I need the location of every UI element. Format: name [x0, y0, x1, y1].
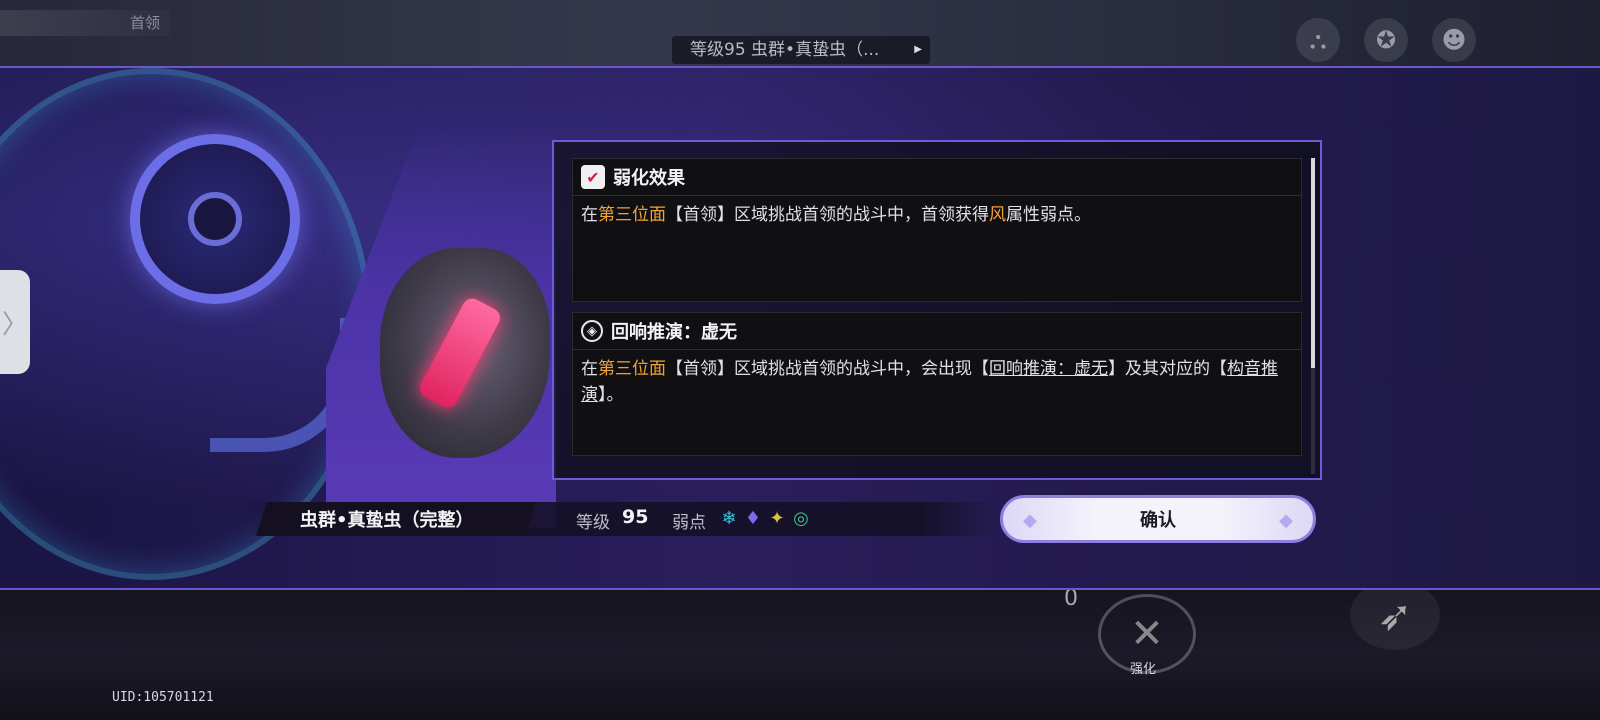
- card-body: 在第三位面【首领】区域挑战首领的战斗中，首领获得风属性弱点。: [581, 205, 1091, 225]
- quantum-icon[interactable]: ✦: [766, 508, 788, 530]
- weaken-effect-card: ✔ 弱化效果 在第三位面【首领】区域挑战首领的战斗中，首领获得风属性弱点。: [572, 158, 1302, 302]
- echo-deduction-link[interactable]: 回响推演：虚无: [989, 359, 1108, 379]
- weaken-icon: ✔: [581, 165, 605, 189]
- confirm-label: 确认: [1140, 510, 1176, 531]
- boss-chip-label: 等级95 虫群•真蛰虫（...: [690, 40, 880, 60]
- cross-icon: ✕: [1130, 611, 1164, 657]
- level-label: 等级: [576, 513, 610, 533]
- scrollbar-thumb[interactable]: [1311, 158, 1315, 368]
- confirm-button[interactable]: ◆ 确认 ◆: [1000, 495, 1316, 543]
- side-expand-tab[interactable]: 〉: [0, 270, 30, 374]
- card-header: ✔ 弱化效果: [573, 159, 1301, 196]
- character-icon[interactable]: ☻: [1432, 18, 1476, 62]
- chevron-right-icon: 〉: [1, 309, 28, 340]
- weakness-label: 弱点: [672, 513, 706, 533]
- location-highlight: 第三位面: [598, 205, 666, 225]
- card-title: 弱化效果: [613, 168, 685, 189]
- team-icon[interactable]: ⛬: [1296, 18, 1340, 62]
- diamond-icon: ◆: [1023, 510, 1037, 531]
- boss-name: 虫群•真蛰虫（完整）: [300, 510, 474, 531]
- boss-info-chip[interactable]: 等级95 虫群•真蛰虫（... ▶: [672, 36, 930, 64]
- play-arrow-icon: ▶: [914, 44, 922, 55]
- card-header: ◈ 回响推演：虚无: [573, 313, 1301, 350]
- element-highlight: 风: [989, 205, 1006, 225]
- breadcrumb-label: 首领: [130, 14, 161, 32]
- breadcrumb[interactable]: 首领: [0, 10, 170, 36]
- level-value: 95: [622, 506, 649, 528]
- compass-icon[interactable]: ✪: [1364, 18, 1408, 62]
- imaginary-icon[interactable]: ♦: [742, 508, 764, 530]
- echo-icon: ◈: [581, 320, 603, 342]
- echo-deduction-card: ◈ 回响推演：虚无 在第三位面【首领】区域挑战首领的战斗中，会出现【回响推演：虚…: [572, 312, 1302, 456]
- wind-icon[interactable]: ◎: [790, 508, 812, 530]
- card-title: 回响推演：虚无: [611, 322, 737, 343]
- card-body: 在第三位面【首领】区域挑战首领的战斗中，会出现【回响推演：虚无】及其对应的【构音…: [581, 359, 1278, 405]
- location-highlight: 第三位面: [598, 359, 666, 379]
- decorative-core: [188, 192, 242, 246]
- ice-icon[interactable]: ❄: [718, 508, 740, 530]
- technique-label: 强化: [1130, 662, 1157, 677]
- running-icon: ➶: [1377, 590, 1413, 640]
- diamond-icon: ◆: [1279, 510, 1293, 531]
- sprint-button[interactable]: ➶: [1350, 580, 1440, 650]
- user-id: UID:105701121: [112, 690, 214, 705]
